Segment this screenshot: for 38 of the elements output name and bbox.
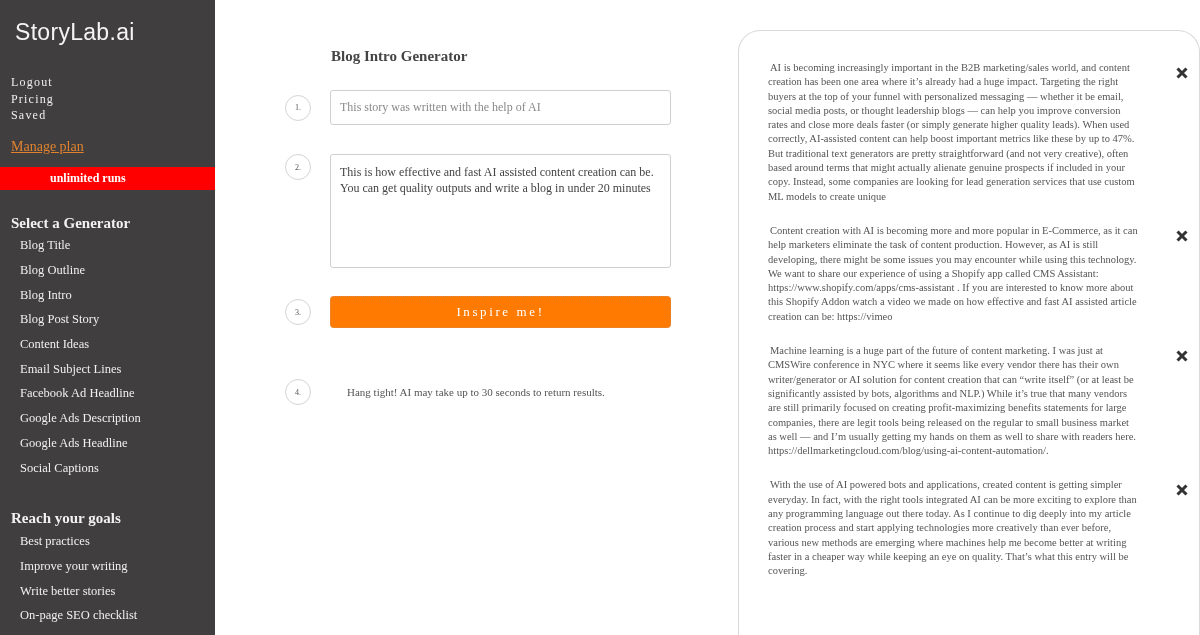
result-text: Machine learning is a huge part of the future of content marketing. I was just at CMSWire conference in NYC where it seems like every vendor there has their own writer/generator or AI solution for content creation that can “write itself” (or at least be significantly assisted by bots, algorithms and NLP.) While it’s true that many vendors are still primarily focused on creating profit-maximizing benefits statements for large companies, there are legit tools being released on the regular to small business market as well — and I’m usually getting my hands on them as well to share with readers here. https://dellmarketingcloud.com/blog/using-ai-content-automation/. [768, 344, 1137, 459]
input-field[interactable]: This story was written with the help of AI [330, 90, 671, 125]
sidebar-link[interactable]: Write better stories [20, 583, 116, 599]
section-heading: Select a Generator [11, 213, 131, 233]
step-number: 2. [285, 154, 311, 180]
sidebar-link[interactable]: Email Subject Lines [20, 361, 122, 377]
result-text: Content creation with AI is becoming more and more popular in E-Commerce, as it can help marketers eliminate the task of content production. However, as AI is still developing, there might be some issues you may encounter while using this technology. We want to share our experience of using a Shopify app called CMS Assistant: https://www.shopify.com/apps/cms-assistant . If you are interested to know more about this Shopify Addon watch a video we made on how effective and fast AI assisted article creation can be: https://vimeo [768, 223, 1139, 324]
section-heading: Reach your goals [11, 509, 121, 529]
nav-link[interactable]: Saved [11, 107, 47, 124]
logo: StoryLab.ai [15, 18, 135, 47]
sidebar-link[interactable]: Google Ads Headline [20, 435, 128, 451]
sidebar-link[interactable]: Blog Outline [20, 263, 85, 279]
sidebar-link[interactable]: Blog Title [20, 238, 71, 254]
text-area-field[interactable]: This is how effective and fast AI assisted content creation can be. You can get quality outputs and write a blog in under 20 minutes [330, 154, 671, 268]
step-number: 1. [285, 94, 311, 121]
step-number: 4. [285, 379, 311, 405]
sidebar-link[interactable]: Facebook Ad Headline [20, 386, 135, 402]
sidebar-link[interactable]: Blog Intro [20, 287, 72, 303]
sidebar-link[interactable]: Content Ideas [20, 337, 90, 353]
sidebar-link[interactable]: Social Captions [20, 460, 99, 476]
close-icon[interactable] [1176, 229, 1188, 242]
close-icon[interactable] [1176, 484, 1188, 497]
result-text: With the use of AI powered bots and applications, created content is getting simpler everyday. In fact, with the right tools integrated AI can be more exciting to explore than any programming language out there today. As I continue to dig deeply into my article creation process and start applying technologies more creatively than ever before, various new methods are emerging where machines help me become better at writing faster in a cheaper way while keeping an eye on quality. That’s what this entry will be covering. [768, 478, 1138, 579]
close-icon[interactable] [1176, 350, 1188, 363]
result-text: AI is becoming increasingly important in the B2B marketing/sales world, and content creation has been one area where it’s already had a huge impact. Targeting the right buyers at the top of your funnel with personalized messaging — whether it be email, social media posts, or thought leadership blogs — can help you improve conversion rates and close more deals faster (or simply generate higher quality leads). When used correctly, AI-assisted content can help boost important metrics like these by up to 47%. But traditional text generators are pretty straightforward (and not very creative), often based around terms that might actually alienate genuine prospects if included in your copy. Instead, some companies are looking for lead generation services that use custom ML models to create unique [768, 61, 1136, 204]
sidebar-link[interactable]: Improve your writing [20, 558, 128, 574]
step-number: 3. [285, 299, 311, 325]
sidebar-link[interactable]: On-page SEO checklist [20, 608, 138, 624]
sidebar-link[interactable]: Best practices [20, 534, 90, 550]
manage-plan-link[interactable]: Manage plan [11, 137, 84, 156]
sidebar-link[interactable]: Blog Post Story [20, 312, 100, 328]
sidebar-link[interactable]: Google Ads Description [20, 411, 141, 427]
wait-note: Hang tight! AI may take up to 30 seconds to return results. [347, 385, 605, 399]
plan-banner-text: unlimited runs [50, 170, 126, 186]
page-title: Blog Intro Generator [331, 47, 469, 66]
nav-link[interactable]: Logout [11, 74, 53, 91]
nav-link[interactable]: Pricing [11, 90, 55, 107]
close-icon[interactable] [1176, 67, 1188, 79]
